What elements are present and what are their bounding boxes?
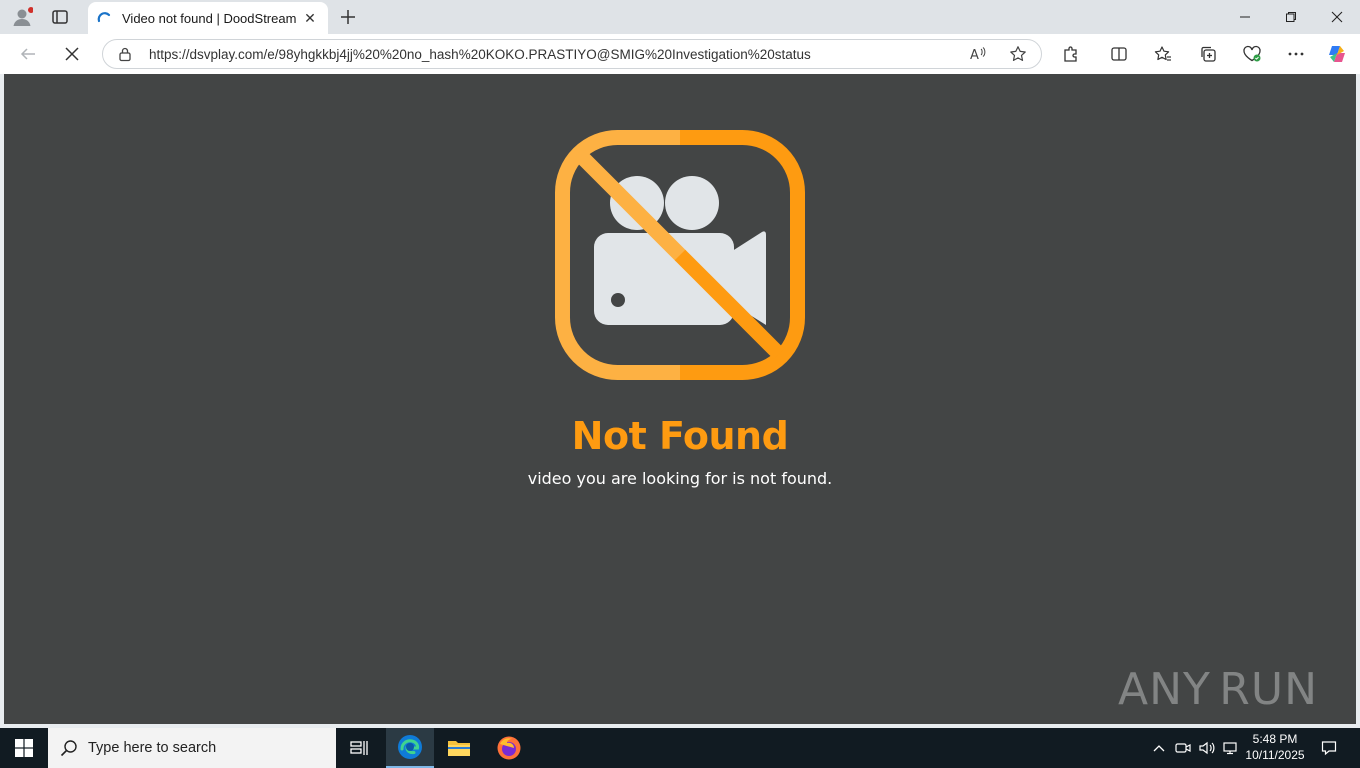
browser-toolbar: https://dsvplay.com/e/98yhgkkbj4jj%20%20… [0,34,1360,74]
firefox-icon[interactable] [485,728,533,768]
lock-icon[interactable] [117,46,133,62]
address-bar[interactable]: https://dsvplay.com/e/98yhgkkbj4jj%20%20… [102,39,1042,69]
more-options-icon[interactable] [1281,40,1311,68]
restore-icon[interactable] [1268,0,1314,34]
clock-date: 10/11/2025 [1245,748,1305,762]
tab-close-icon[interactable]: ✕ [300,8,320,28]
task-view-icon[interactable] [336,728,384,768]
new-tab-icon[interactable] [336,6,360,28]
tab-active[interactable]: Video not found | DoodStream ✕ [88,2,328,34]
browser-essentials-icon[interactable] [1237,40,1267,68]
svg-text:A: A [970,48,979,63]
volume-icon[interactable] [1196,728,1218,768]
close-window-icon[interactable] [1314,0,1360,34]
minimize-icon[interactable] [1222,0,1268,34]
browser-tab-strip: Video not found | DoodStream ✕ [0,0,1360,34]
collections-icon[interactable] [1193,40,1223,68]
network-icon[interactable] [1220,728,1242,768]
tab-actions-icon[interactable] [48,6,72,28]
taskbar-search-box[interactable]: Type here to search [48,728,336,768]
edge-taskbar-icon[interactable] [386,728,434,768]
page-content: Not Found video you are looking for is n… [4,74,1356,724]
favorites-icon[interactable] [1148,40,1178,68]
loading-spinner-icon [97,12,111,23]
windows-taskbar: Type here to search 5:48 PM 10/11/2025 [0,728,1360,768]
error-message: video you are looking for is not found. [527,469,833,488]
windows-start-icon[interactable] [0,728,48,768]
watermark-text-right: RUN [1219,663,1318,715]
meet-now-icon[interactable] [1172,728,1194,768]
split-screen-icon[interactable] [1104,40,1134,68]
search-placeholder: Type here to search [88,740,217,756]
copilot-icon[interactable] [1322,40,1352,68]
system-clock[interactable]: 5:48 PM 10/11/2025 [1242,731,1308,763]
stop-loading-icon[interactable] [58,40,86,68]
error-title: Not Found [571,414,789,458]
extensions-icon[interactable] [1056,40,1086,68]
profile-icon[interactable] [10,6,34,28]
watermark-text-left: ANY [1118,663,1211,715]
file-explorer-icon[interactable] [435,728,483,768]
show-hidden-icons-icon[interactable] [1148,728,1170,768]
video-not-found-icon [555,130,805,380]
back-arrow-icon[interactable] [14,40,42,68]
notifications-icon[interactable] [1314,728,1344,768]
search-icon [60,740,77,757]
tab-title: Video not found | DoodStream [122,10,297,26]
read-aloud-icon[interactable]: A [965,41,991,67]
favorite-star-icon[interactable] [1005,41,1031,67]
clock-time: 5:48 PM [1252,732,1298,746]
url-text[interactable]: https://dsvplay.com/e/98yhgkkbj4jj%20%20… [149,47,951,62]
anyrun-watermark: ANY RUN [1118,658,1318,720]
